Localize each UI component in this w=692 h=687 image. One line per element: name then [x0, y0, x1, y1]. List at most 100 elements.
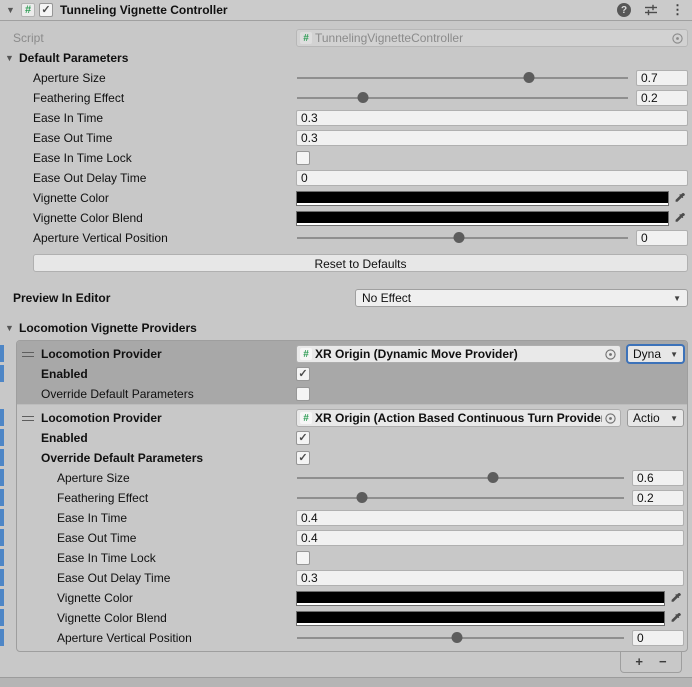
- feathering-effect-row: Feathering Effect 0.2: [17, 488, 687, 508]
- dropdown-value: Actio: [633, 411, 660, 425]
- ease-in-time-lock-checkbox[interactable]: [296, 151, 310, 165]
- aperture-vertical-position-slider[interactable]: [296, 228, 629, 248]
- feathering-effect-slider[interactable]: [296, 488, 625, 508]
- alpha-bar: [297, 222, 668, 225]
- vignette-color-blend-swatch[interactable]: [296, 611, 665, 626]
- presets-icon[interactable]: [644, 3, 658, 17]
- slider-handle[interactable]: [488, 472, 499, 483]
- ease-in-time-row: Ease In Time 0.4: [17, 508, 687, 528]
- feathering-effect-value[interactable]: 0.2: [632, 490, 684, 506]
- component-enabled-checkbox[interactable]: ✓: [39, 3, 53, 17]
- enabled-row: Enabled ✓: [17, 428, 687, 448]
- aperture-vertical-position-value[interactable]: 0: [632, 630, 684, 646]
- dropdown-value: No Effect: [362, 291, 411, 305]
- eyedropper-icon[interactable]: [669, 612, 684, 625]
- aperture-size-value[interactable]: 0.7: [636, 70, 688, 86]
- slider-track[interactable]: [297, 497, 624, 499]
- provider-type-dropdown[interactable]: Actio ▼: [627, 409, 684, 427]
- prefab-override-bar: [0, 409, 4, 426]
- drag-handle-icon[interactable]: [22, 416, 34, 421]
- feathering-effect-slider[interactable]: [296, 88, 629, 108]
- default-parameters-foldout[interactable]: ▼ Default Parameters: [0, 48, 692, 68]
- drag-handle-icon[interactable]: [22, 352, 34, 357]
- aperture-size-value[interactable]: 0.6: [632, 470, 684, 486]
- locomotion-providers-title: Locomotion Vignette Providers: [19, 321, 197, 335]
- preview-in-editor-dropdown[interactable]: No Effect ▼: [355, 289, 688, 307]
- ease-in-time-field[interactable]: 0.3: [296, 110, 688, 126]
- slider-handle[interactable]: [524, 72, 535, 83]
- object-picker-icon[interactable]: [604, 412, 617, 425]
- remove-provider-button[interactable]: −: [659, 655, 667, 669]
- component-foldout-icon[interactable]: ▼: [6, 0, 19, 20]
- foldout-icon: ▼: [5, 48, 18, 68]
- aperture-vertical-position-label: Aperture Vertical Position: [13, 231, 296, 245]
- ease-out-delay-time-field[interactable]: 0.3: [296, 570, 684, 586]
- locomotion-providers-foldout[interactable]: ▼ Locomotion Vignette Providers: [0, 318, 692, 338]
- vignette-color-blend-swatch[interactable]: [296, 211, 669, 226]
- aperture-size-row: Aperture Size 0.6: [17, 468, 687, 488]
- aperture-vertical-position-slider[interactable]: [296, 628, 625, 648]
- vignette-color-blend-label: Vignette Color Blend: [41, 611, 296, 625]
- aperture-vertical-position-row: Aperture Vertical Position 0: [0, 228, 692, 248]
- ease-in-time-row: Ease In Time 0.3: [0, 108, 692, 128]
- provider-object-name: XR Origin (Dynamic Move Provider): [315, 347, 602, 361]
- ease-in-time-field[interactable]: 0.4: [296, 510, 684, 526]
- provider-item-1[interactable]: Locomotion Provider # XR Origin (Dynamic…: [17, 341, 687, 404]
- list-footer: + −: [620, 652, 682, 673]
- ease-out-time-row: Ease Out Time 0.3: [0, 128, 692, 148]
- aperture-size-slider[interactable]: [296, 468, 625, 488]
- ease-out-delay-time-field[interactable]: 0: [296, 170, 688, 186]
- feathering-effect-value[interactable]: 0.2: [636, 90, 688, 106]
- slider-track[interactable]: [297, 97, 628, 99]
- ease-in-time-label: Ease In Time: [41, 511, 296, 525]
- ease-in-time-lock-label: Ease In Time Lock: [41, 551, 296, 565]
- alpha-bar: [297, 202, 668, 205]
- ease-out-time-field[interactable]: 0.4: [296, 530, 684, 546]
- prefab-override-bar: [0, 549, 4, 566]
- vignette-color-swatch[interactable]: [296, 191, 669, 206]
- slider-handle[interactable]: [357, 92, 368, 103]
- slider-handle[interactable]: [454, 232, 465, 243]
- prefab-override-bar: [0, 609, 4, 626]
- add-provider-button[interactable]: +: [635, 655, 643, 669]
- enabled-checkbox[interactable]: ✓: [296, 431, 310, 445]
- vignette-color-row: Vignette Color: [17, 588, 687, 608]
- vignette-color-blend-row: Vignette Color Blend: [0, 208, 692, 228]
- slider-track[interactable]: [297, 477, 624, 479]
- dropdown-value: Dyna: [633, 347, 661, 361]
- ease-out-delay-time-row: Ease Out Delay Time 0: [0, 168, 692, 188]
- override-default-parameters-checkbox[interactable]: ✓: [296, 451, 310, 465]
- slider-track[interactable]: [297, 77, 628, 79]
- provider-object-field[interactable]: # XR Origin (Dynamic Move Provider): [296, 345, 621, 363]
- provider-object-name: XR Origin (Action Based Continuous Turn …: [315, 411, 602, 425]
- object-picker-icon[interactable]: [671, 32, 684, 45]
- aperture-vertical-position-value[interactable]: 0: [636, 230, 688, 246]
- eyedropper-icon[interactable]: [669, 592, 684, 605]
- slider-handle[interactable]: [452, 632, 463, 643]
- vignette-color-swatch[interactable]: [296, 591, 665, 606]
- object-picker-icon[interactable]: [604, 348, 617, 361]
- override-default-parameters-checkbox[interactable]: [296, 387, 310, 401]
- script-object-field[interactable]: # TunnelingVignetteController: [296, 29, 688, 47]
- eyedropper-icon[interactable]: [673, 212, 688, 225]
- csharp-script-icon: #: [300, 32, 312, 44]
- reset-to-defaults-button[interactable]: Reset to Defaults: [33, 254, 688, 272]
- aperture-size-slider[interactable]: [296, 68, 629, 88]
- script-label: Script: [13, 31, 296, 45]
- vignette-color-row: Vignette Color: [0, 188, 692, 208]
- help-icon[interactable]: ?: [617, 3, 631, 17]
- ease-out-delay-time-label: Ease Out Delay Time: [13, 171, 296, 185]
- provider-type-dropdown[interactable]: Dyna ▼: [627, 345, 684, 363]
- ease-in-time-lock-checkbox[interactable]: [296, 551, 310, 565]
- slider-handle[interactable]: [356, 492, 367, 503]
- enabled-checkbox[interactable]: ✓: [296, 367, 310, 381]
- provider-item-2[interactable]: Locomotion Provider # XR Origin (Action …: [17, 404, 687, 651]
- ease-in-time-label: Ease In Time: [13, 111, 296, 125]
- chevron-down-icon: ▼: [670, 350, 678, 359]
- enabled-row: Enabled ✓: [17, 364, 687, 384]
- more-menu-icon[interactable]: ⋮: [671, 3, 684, 17]
- csharp-script-icon: #: [300, 348, 312, 360]
- eyedropper-icon[interactable]: [673, 192, 688, 205]
- provider-object-field[interactable]: # XR Origin (Action Based Continuous Tur…: [296, 409, 621, 427]
- ease-out-time-field[interactable]: 0.3: [296, 130, 688, 146]
